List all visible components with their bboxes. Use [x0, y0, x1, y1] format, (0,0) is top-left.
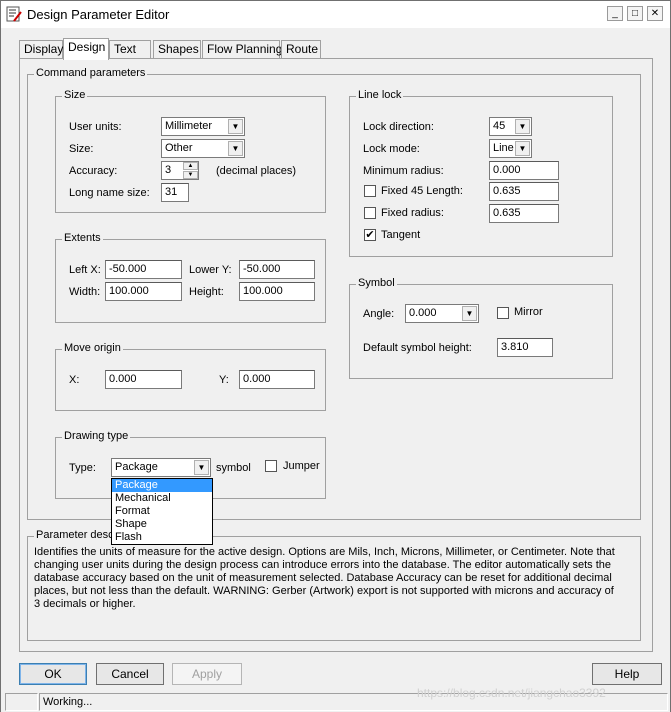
parameter-description-text: Identifies the units of measure for the … — [34, 546, 615, 610]
type-label: Type: — [69, 462, 96, 474]
tab-design[interactable]: Design — [63, 38, 109, 60]
spin-down-icon[interactable]: ▼ — [183, 171, 198, 179]
default-height-label: Default symbol height: — [363, 342, 472, 354]
extents-label: Extents — [62, 232, 103, 244]
status-pane-left — [5, 693, 38, 711]
origin-x-field[interactable]: 0.000 — [105, 370, 182, 389]
accuracy-value: 3 — [165, 164, 172, 176]
watermark: https://blog.csdn.net/jiangchao3392 — [417, 686, 606, 700]
fixed45-field[interactable]: 0.635 — [489, 182, 559, 201]
move-origin-label: Move origin — [62, 342, 123, 354]
drawing-type-dropdown: Package Mechanical Format Shape Flash — [111, 478, 213, 545]
fixed45-checkbox[interactable] — [364, 185, 376, 197]
size-label: Size — [62, 89, 88, 101]
min-radius-field[interactable]: 0.000 — [489, 161, 559, 180]
tab-route[interactable]: Route — [281, 40, 321, 59]
accuracy-stepper[interactable]: 3 ▲ ▼ — [161, 161, 199, 180]
minimize-icon[interactable]: _ — [607, 6, 623, 21]
chevron-down-icon[interactable]: ▼ — [462, 306, 477, 321]
chevron-down-icon[interactable]: ▼ — [515, 119, 530, 134]
help-button[interactable]: Help — [592, 663, 662, 685]
user-units-label: User units: — [69, 121, 122, 133]
chevron-down-icon[interactable]: ▼ — [228, 119, 243, 134]
width-label: Width: — [69, 286, 101, 298]
accuracy-label: Accuracy: — [69, 165, 118, 177]
left-x-label: Left X: — [69, 264, 101, 276]
width-field[interactable]: 100.000 — [105, 282, 182, 301]
spin-up-icon[interactable]: ▲ — [183, 162, 198, 170]
lower-y-field[interactable]: -50.000 — [239, 260, 315, 279]
drawing-type-select[interactable]: Package ▼ — [111, 458, 211, 477]
parameter-description-label: Parameter desc — [34, 529, 116, 541]
lock-mode-label: Lock mode: — [363, 143, 420, 155]
fixed-radius-field[interactable]: 0.635 — [489, 204, 559, 223]
tangent-checkbox[interactable]: ✔ — [364, 229, 376, 241]
mirror-label: Mirror — [514, 306, 543, 318]
symbol-label: Symbol — [356, 277, 397, 289]
dropdown-option-format[interactable]: Format — [112, 505, 212, 518]
jumper-checkbox[interactable] — [265, 460, 277, 472]
origin-y-field[interactable]: 0.000 — [239, 370, 315, 389]
fixed-radius-label: Fixed radius: — [381, 207, 444, 219]
chevron-down-icon[interactable]: ▼ — [515, 141, 530, 156]
fixed-radius-checkbox[interactable] — [364, 207, 376, 219]
chevron-down-icon[interactable]: ▼ — [194, 460, 209, 475]
dropdown-option-shape[interactable]: Shape — [112, 518, 212, 531]
drawing-type-value: Package — [115, 461, 158, 473]
angle-value: 0.000 — [409, 307, 437, 319]
drawing-type-label: Drawing type — [62, 430, 131, 442]
dropdown-option-flash[interactable]: Flash — [112, 531, 212, 544]
command-parameters-label: Command parameters — [34, 67, 148, 79]
cancel-button[interactable]: Cancel — [96, 663, 164, 685]
angle-label: Angle: — [363, 308, 395, 320]
min-radius-label: Minimum radius: — [363, 165, 444, 177]
fixed45-label: Fixed 45 Length: — [381, 185, 463, 197]
accuracy-suffix: (decimal places) — [216, 165, 297, 177]
tab-flow-planning[interactable]: Flow Planning — [202, 40, 282, 59]
extents-group: Extents — [55, 232, 326, 323]
dropdown-option-mechanical[interactable]: Mechanical — [112, 492, 212, 505]
origin-x-label: X: — [69, 374, 80, 386]
ok-button[interactable]: OK — [19, 663, 87, 685]
tab-text[interactable]: Text — [109, 40, 151, 59]
long-name-label: Long name size: — [69, 187, 150, 199]
tab-display[interactable]: Display — [19, 40, 63, 59]
tab-shapes[interactable]: Shapes — [153, 40, 201, 59]
symbol-suffix: symbol — [216, 462, 251, 474]
jumper-label: Jumper — [283, 460, 320, 472]
lock-direction-value: 45 — [493, 120, 506, 132]
size-select[interactable]: Other ▼ — [161, 139, 245, 158]
line-lock-label: Line lock — [356, 89, 404, 101]
long-name-field[interactable]: 31 — [161, 183, 189, 202]
default-height-field[interactable]: 3.810 — [497, 338, 553, 357]
maximize-icon[interactable]: □ — [627, 6, 643, 21]
title-bar: Design Parameter Editor _ □ ✕ — [1, 1, 670, 28]
app-icon — [6, 6, 22, 22]
lower-y-label: Lower Y: — [189, 264, 232, 276]
mirror-checkbox[interactable] — [497, 307, 509, 319]
user-units-value: Millimeter — [165, 120, 213, 132]
lock-direction-select[interactable]: 45 ▼ — [489, 117, 532, 136]
left-x-field[interactable]: -50.000 — [105, 260, 182, 279]
user-units-select[interactable]: Millimeter ▼ — [161, 117, 245, 136]
height-field[interactable]: 100.000 — [239, 282, 315, 301]
size-value: Other — [165, 142, 193, 154]
lock-mode-select[interactable]: Line ▼ — [489, 139, 532, 158]
height-label: Height: — [189, 286, 224, 298]
apply-button[interactable]: Apply — [172, 663, 242, 685]
size-field-label: Size: — [69, 143, 94, 155]
dialog-window: Design Parameter Editor _ □ ✕ Display De… — [0, 0, 671, 712]
origin-y-label: Y: — [219, 374, 229, 386]
close-icon[interactable]: ✕ — [647, 6, 663, 21]
chevron-down-icon[interactable]: ▼ — [228, 141, 243, 156]
lock-mode-value: Line — [493, 142, 514, 154]
dropdown-option-package[interactable]: Package — [112, 479, 212, 492]
tangent-label: Tangent — [381, 229, 421, 241]
angle-select[interactable]: 0.000 ▼ — [405, 304, 479, 323]
window-title: Design Parameter Editor — [27, 7, 170, 22]
lock-direction-label: Lock direction: — [363, 121, 434, 133]
symbol-group: Symbol — [349, 277, 613, 379]
